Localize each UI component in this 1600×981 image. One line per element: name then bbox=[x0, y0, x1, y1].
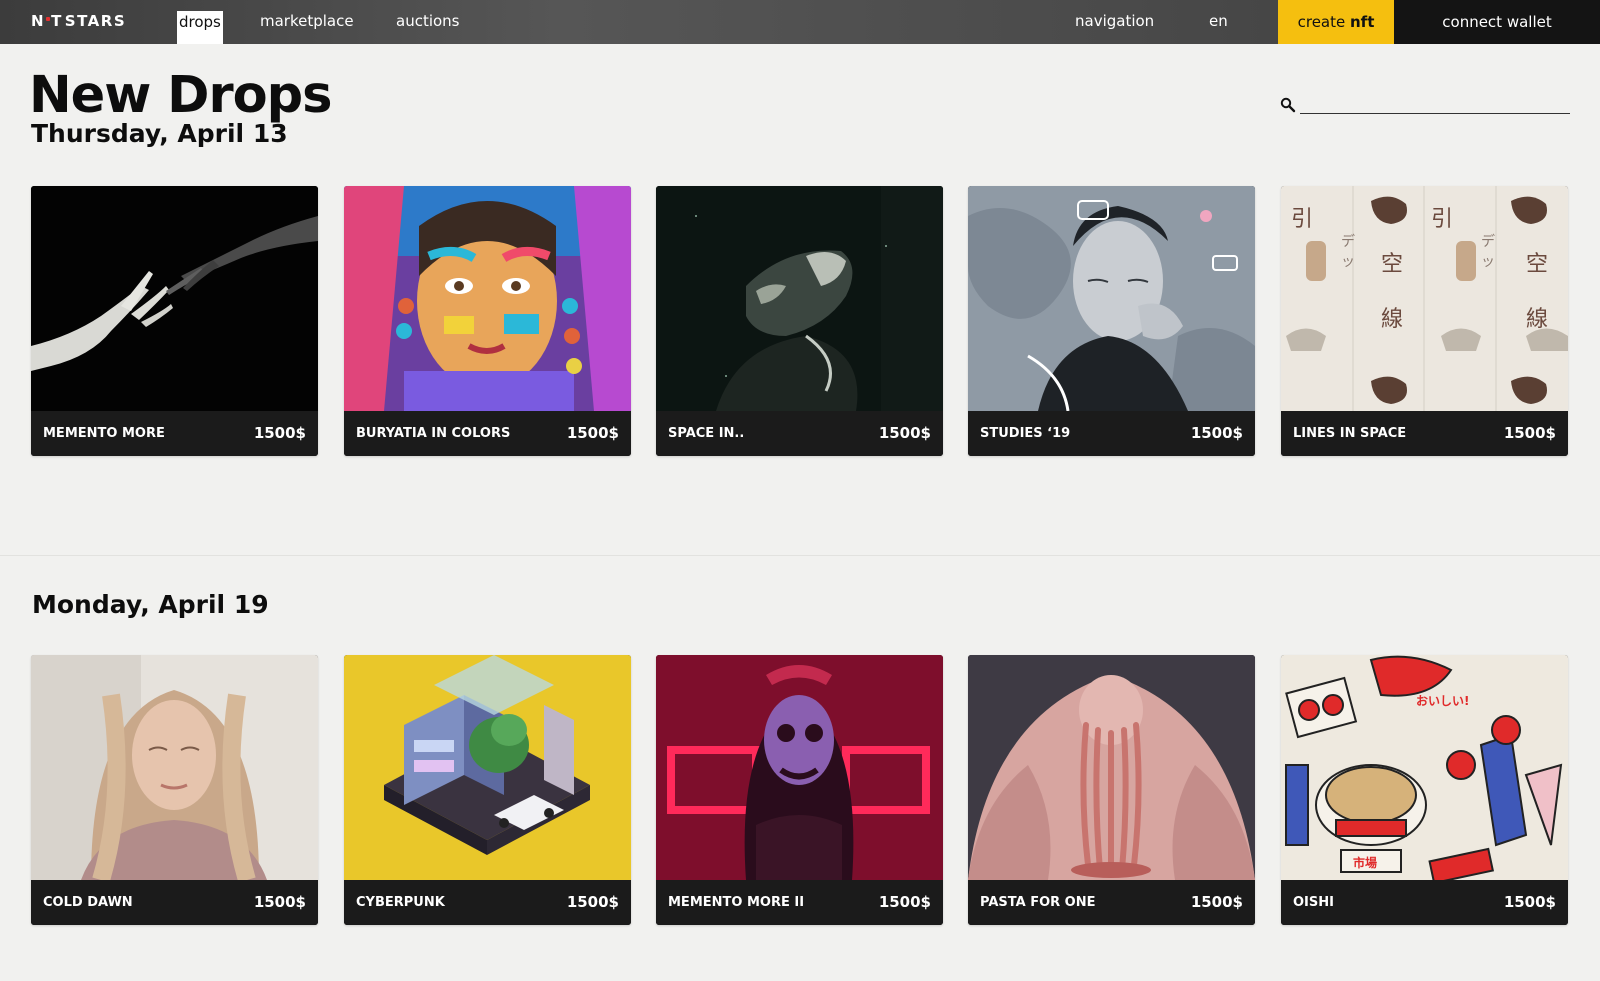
search-input[interactable] bbox=[1300, 95, 1570, 114]
nav-link-navigation[interactable]: navigation bbox=[1075, 0, 1154, 44]
card-title: STUDIES ‘19 bbox=[980, 426, 1071, 441]
card-title: COLD DAWN bbox=[43, 895, 133, 910]
card-footer: STUDIES ‘19 1500$ bbox=[968, 411, 1255, 456]
card-price: 1500$ bbox=[1190, 893, 1243, 911]
card-price: 1500$ bbox=[566, 424, 619, 442]
card-title: OISHI bbox=[1293, 895, 1334, 910]
artwork-image bbox=[344, 655, 631, 880]
card-title: PASTA FOR ONE bbox=[980, 895, 1096, 910]
section-date-heading: Thursday, April 13 bbox=[31, 119, 288, 148]
hands-artwork-image bbox=[31, 186, 318, 411]
artwork-image: 引 空 引 空 線 線 デ ッ デ ッ bbox=[1281, 186, 1568, 411]
drop-card[interactable]: 引 空 引 空 線 線 デ ッ デ ッ LINES IN SPACE 1500$ bbox=[1281, 186, 1568, 456]
card-price: 1500$ bbox=[253, 424, 306, 442]
card-price: 1500$ bbox=[566, 893, 619, 911]
artwork-image bbox=[968, 655, 1255, 880]
drop-card[interactable]: SPACE IN.. 1500$ bbox=[656, 186, 943, 456]
create-nft-label-a: create bbox=[1297, 13, 1350, 31]
artwork-image bbox=[344, 186, 631, 411]
logo-red-dot bbox=[46, 16, 51, 21]
logo[interactable]: N T STARS bbox=[31, 10, 126, 32]
language-selector[interactable]: en bbox=[1209, 0, 1228, 44]
drop-card[interactable]: MEMENTO MORE II 1500$ bbox=[656, 655, 943, 925]
card-title: MEMENTO MORE bbox=[43, 426, 165, 441]
section-divider bbox=[0, 555, 1600, 556]
artwork-image: おいしい! 市場 bbox=[1281, 655, 1568, 880]
card-title: LINES IN SPACE bbox=[1293, 426, 1407, 441]
japanese-posters-image: 引 空 引 空 線 線 デ ッ デ ッ bbox=[1281, 186, 1568, 411]
card-price: 1500$ bbox=[1503, 424, 1556, 442]
svg-text:デ: デ bbox=[1341, 233, 1355, 250]
card-footer: CYBERPUNK 1500$ bbox=[344, 880, 631, 925]
neon-skull-figure-image bbox=[656, 655, 943, 880]
svg-text:空: 空 bbox=[1526, 252, 1548, 277]
artwork-image bbox=[656, 186, 943, 411]
drop-card[interactable]: CYBERPUNK 1500$ bbox=[344, 655, 631, 925]
logo-mark: N T bbox=[31, 12, 63, 30]
nav-link-auctions[interactable]: auctions bbox=[396, 0, 460, 44]
svg-text:線: 線 bbox=[1381, 307, 1403, 332]
card-title: CYBERPUNK bbox=[356, 895, 445, 910]
svg-text:空: 空 bbox=[1381, 252, 1403, 277]
page-title: New Drops bbox=[29, 66, 333, 125]
drop-card[interactable]: COLD DAWN 1500$ bbox=[31, 655, 318, 925]
nav-link-marketplace[interactable]: marketplace bbox=[260, 0, 354, 44]
astronaut-dark-photo-image bbox=[656, 186, 943, 411]
card-footer: BURYATIA IN COLORS 1500$ bbox=[344, 411, 631, 456]
card-title: SPACE IN.. bbox=[668, 426, 745, 441]
artwork-image bbox=[656, 655, 943, 880]
pasta-sculpture-image bbox=[968, 655, 1255, 880]
card-title: BURYATIA IN COLORS bbox=[356, 426, 511, 441]
card-price: 1500$ bbox=[1190, 424, 1243, 442]
artwork-image bbox=[31, 655, 318, 880]
svg-text:引: 引 bbox=[1431, 207, 1453, 232]
card-price: 1500$ bbox=[1503, 893, 1556, 911]
card-price: 1500$ bbox=[878, 424, 931, 442]
painted-girl-portrait-image bbox=[344, 186, 631, 411]
svg-text:おいしい!: おいしい! bbox=[1416, 694, 1469, 708]
svg-text:デ: デ bbox=[1481, 233, 1495, 250]
svg-text:線: 線 bbox=[1526, 307, 1548, 332]
svg-text:ッ: ッ bbox=[1481, 254, 1495, 270]
drop-card[interactable]: STUDIES ‘19 1500$ bbox=[968, 186, 1255, 456]
top-navigation-bar: N T STARS drops marketplace auctions nav… bbox=[0, 0, 1600, 44]
svg-text:引: 引 bbox=[1291, 207, 1313, 232]
search-icon[interactable] bbox=[1280, 97, 1296, 113]
girl-portrait-photo-image bbox=[31, 655, 318, 880]
card-price: 1500$ bbox=[253, 893, 306, 911]
drop-card[interactable]: BURYATIA IN COLORS 1500$ bbox=[344, 186, 631, 456]
create-nft-label-b: nft bbox=[1350, 13, 1375, 31]
card-footer: MEMENTO MORE 1500$ bbox=[31, 411, 318, 456]
nav-link-drops[interactable]: drops bbox=[177, 11, 223, 44]
logo-mark-letter: N bbox=[31, 12, 46, 30]
section-date-heading: Monday, April 19 bbox=[32, 590, 269, 619]
search-box bbox=[1280, 95, 1570, 115]
svg-text:ッ: ッ bbox=[1341, 254, 1355, 270]
drop-card[interactable]: MEMENTO MORE 1500$ bbox=[31, 186, 318, 456]
card-footer: LINES IN SPACE 1500$ bbox=[1281, 411, 1568, 456]
svg-text:市場: 市場 bbox=[1353, 855, 1377, 870]
card-title: MEMENTO MORE II bbox=[668, 895, 805, 910]
card-footer: PASTA FOR ONE 1500$ bbox=[968, 880, 1255, 925]
artwork-image bbox=[31, 186, 318, 411]
illustrated-man-portrait-image bbox=[968, 186, 1255, 411]
create-nft-button[interactable]: create nft bbox=[1278, 0, 1394, 44]
card-footer: SPACE IN.. 1500$ bbox=[656, 411, 943, 456]
isometric-building-image bbox=[344, 655, 631, 880]
logo-text: STARS bbox=[64, 12, 127, 30]
card-footer: OISHI 1500$ bbox=[1281, 880, 1568, 925]
connect-wallet-button[interactable]: connect wallet bbox=[1394, 0, 1600, 44]
drop-card[interactable]: おいしい! 市場 OISHI 1500$ bbox=[1281, 655, 1568, 925]
drop-card[interactable]: PASTA FOR ONE 1500$ bbox=[968, 655, 1255, 925]
artwork-image bbox=[968, 186, 1255, 411]
japanese-food-illustration-image: おいしい! 市場 bbox=[1281, 655, 1568, 880]
logo-mark-bar: T bbox=[51, 12, 63, 30]
card-footer: COLD DAWN 1500$ bbox=[31, 880, 318, 925]
card-price: 1500$ bbox=[878, 893, 931, 911]
card-footer: MEMENTO MORE II 1500$ bbox=[656, 880, 943, 925]
